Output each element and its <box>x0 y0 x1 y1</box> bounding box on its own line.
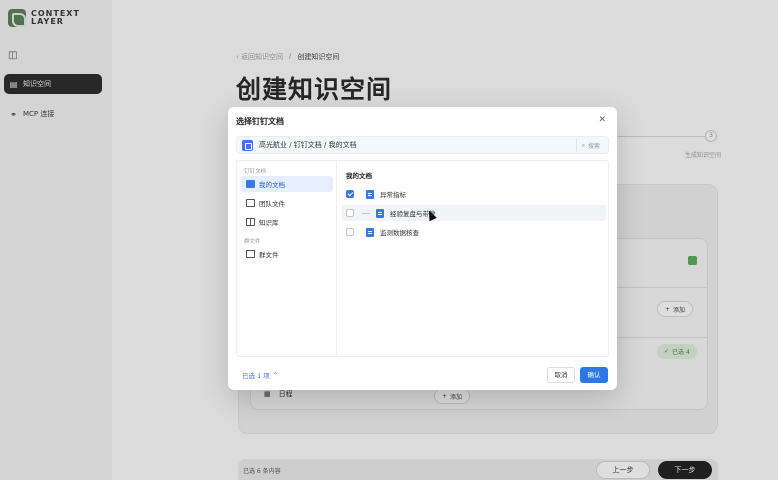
selected-count-toggle[interactable]: 已选 1 项 ^ <box>242 370 278 380</box>
document-list: 我的文档 异常指标 经验复盘与带教 监测数据核查 <box>342 161 607 356</box>
modal-footer: 已选 1 项 ^ 取消 确认 <box>236 367 609 383</box>
folder-icon <box>246 180 255 188</box>
list-item[interactable]: 异常指标 <box>342 186 606 202</box>
path-breadcrumb[interactable]: 高光航业 / 钉钉文档 / 我的文档 <box>259 140 357 150</box>
checkbox[interactable] <box>346 190 354 198</box>
nav-item-knowledge-base[interactable]: 知识库 <box>241 214 333 230</box>
select-doc-modal: 选择钉钉文档 ✕ 高光航业 / 钉钉文档 / 我的文档 ⌕ 搜索 钉钉文档 我的… <box>228 107 617 390</box>
section-header: 群文件 <box>244 239 261 245</box>
chevron-up-icon: ^ <box>272 371 279 379</box>
document-icon <box>366 227 374 237</box>
list-item[interactable]: 监测数据核查 <box>342 224 606 240</box>
document-icon <box>376 208 384 218</box>
search-input[interactable]: ⌕ 搜索 <box>575 139 600 152</box>
confirm-button[interactable]: 确认 <box>580 367 608 383</box>
modal-body: 钉钉文档 我的文档 团队文件 知识库 群文件 群文件 我的文档 异常指标 经验复… <box>236 160 609 357</box>
nav-item-group-files[interactable]: 群文件 <box>241 246 333 262</box>
modal-title: 选择钉钉文档 <box>236 117 284 126</box>
search-icon: ⌕ <box>581 141 585 149</box>
section-header: 钉钉文档 <box>244 169 267 175</box>
team-folder-icon <box>246 199 255 207</box>
path-bar: 高光航业 / 钉钉文档 / 我的文档 ⌕ 搜索 <box>236 136 609 154</box>
checkbox[interactable] <box>346 209 354 217</box>
tree-line <box>362 212 370 214</box>
checkbox[interactable] <box>346 228 354 236</box>
nav-item-my-docs[interactable]: 我的文档 <box>241 176 333 192</box>
group-folder-icon <box>246 250 255 258</box>
close-icon[interactable]: ✕ <box>598 115 606 125</box>
list-header: 我的文档 <box>346 172 372 180</box>
dingtalk-doc-icon <box>242 139 253 151</box>
document-icon <box>366 189 374 199</box>
source-nav: 钉钉文档 我的文档 团队文件 知识库 群文件 群文件 <box>237 161 337 356</box>
list-item[interactable]: 经验复盘与带教 <box>342 205 606 221</box>
cancel-button[interactable]: 取消 <box>547 367 575 383</box>
book-icon <box>246 218 255 226</box>
nav-item-team-files[interactable]: 团队文件 <box>241 195 333 211</box>
